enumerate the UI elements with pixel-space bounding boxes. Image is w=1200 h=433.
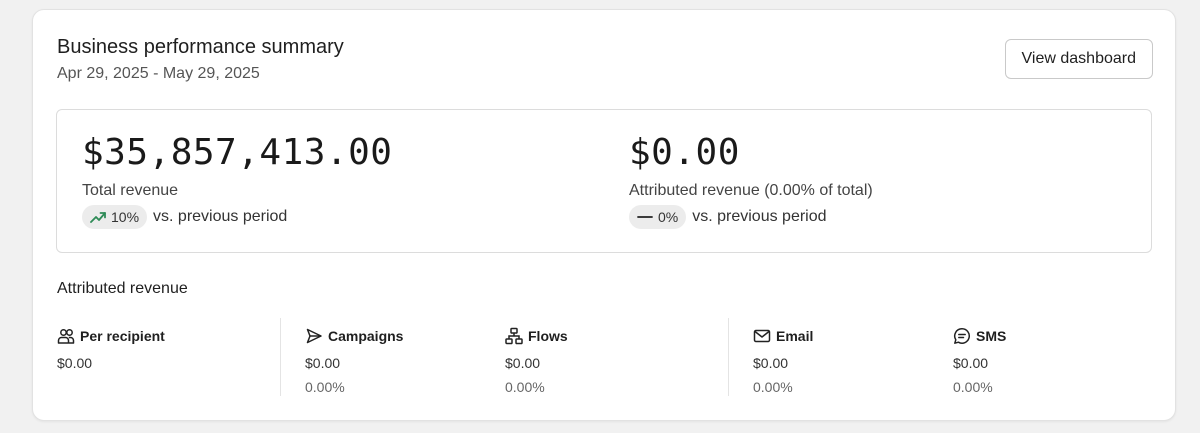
total-revenue-value: $35,857,413.00 — [82, 132, 393, 173]
column-label: Flows — [528, 328, 568, 344]
column-header: Per recipient — [57, 325, 257, 347]
column-header: Email — [753, 325, 953, 347]
change-pill: 10% — [82, 205, 148, 229]
vs-previous-text: vs. previous period — [692, 208, 827, 225]
date-range: Apr 29, 2025 - May 29, 2025 — [57, 65, 260, 82]
change-pill: 0% — [629, 205, 687, 229]
flows-column: Flows $0.00 0.00% — [505, 325, 705, 395]
vs-previous-text: vs. previous period — [153, 208, 288, 225]
column-percent: 0.00% — [305, 379, 345, 395]
total-revenue-label: Total revenue — [82, 182, 179, 199]
campaigns-column: Campaigns $0.00 0.00% — [305, 325, 505, 395]
change-percent: 10% — [111, 209, 140, 225]
total-revenue-change: 10% vs. previous period — [82, 205, 287, 229]
trending-up-icon — [90, 211, 106, 223]
column-percent: 0.00% — [753, 379, 793, 395]
column-divider — [728, 318, 729, 396]
column-value: $0.00 — [953, 355, 989, 371]
attributed-revenue-value: $0.00 — [629, 132, 740, 173]
dash-icon — [637, 211, 653, 223]
attributed-revenue-label: Attributed revenue (0.00% of total) — [629, 182, 873, 199]
column-header: SMS — [953, 325, 1153, 347]
flow-icon — [505, 327, 523, 345]
card-title: Business performance summary — [57, 36, 344, 58]
attributed-section-title: Attributed revenue — [57, 280, 188, 297]
column-header: Campaigns — [305, 325, 505, 347]
people-icon — [57, 327, 75, 345]
column-label: Per recipient — [80, 328, 165, 344]
column-percent: 0.00% — [505, 379, 545, 395]
revenue-summary-box: $35,857,413.00 Total revenue 10% vs. pre… — [56, 109, 1152, 253]
performance-summary-card: Business performance summary Apr 29, 202… — [32, 9, 1176, 421]
column-percent: 0.00% — [953, 379, 993, 395]
send-icon — [305, 327, 323, 345]
column-label: Campaigns — [328, 328, 404, 344]
column-value: $0.00 — [57, 355, 93, 371]
attributed-revenue-change: 0% vs. previous period — [629, 205, 827, 229]
column-label: SMS — [976, 328, 1007, 344]
column-value: $0.00 — [305, 355, 341, 371]
column-header: Flows — [505, 325, 705, 347]
column-label: Email — [776, 328, 814, 344]
view-dashboard-button[interactable]: View dashboard — [1004, 39, 1153, 79]
per-recipient-column: Per recipient $0.00 — [57, 325, 257, 371]
column-divider — [280, 318, 281, 396]
mail-icon — [753, 327, 771, 345]
sms-icon — [953, 327, 971, 345]
column-value: $0.00 — [753, 355, 789, 371]
column-value: $0.00 — [505, 355, 541, 371]
change-percent: 0% — [658, 209, 679, 225]
sms-column: SMS $0.00 0.00% — [953, 325, 1153, 395]
email-column: Email $0.00 0.00% — [753, 325, 953, 395]
